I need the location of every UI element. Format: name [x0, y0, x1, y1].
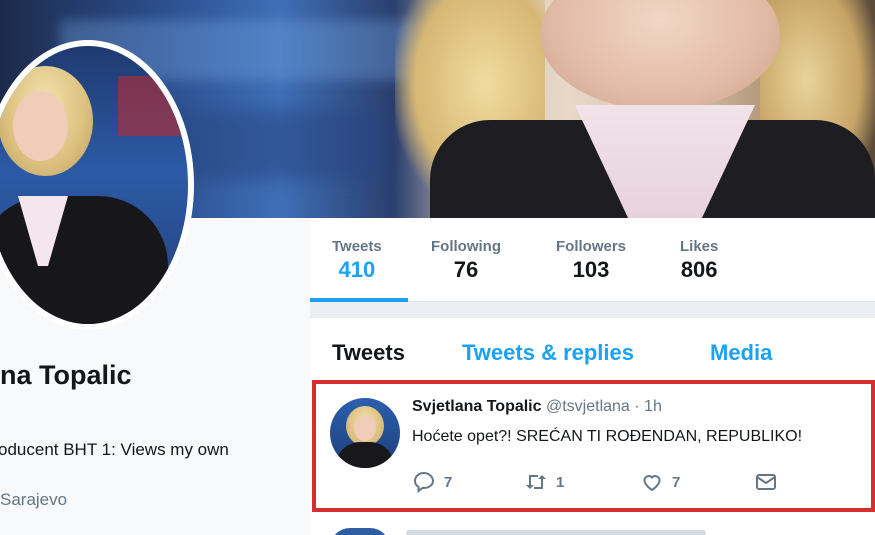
next-tweet-partial[interactable] [310, 524, 875, 535]
reply-icon [413, 471, 435, 493]
tab-media[interactable]: Media [710, 340, 772, 366]
tweet-author-name[interactable]: Svjetlana Topalic [412, 398, 542, 415]
tweet-header: Svjetlana Topalic @tsvjetlana · 1h [412, 398, 662, 416]
tweet-text: Hoćete opet?! SREĆAN TI ROĐENDAN, REPUBL… [412, 428, 803, 445]
direct-message-icon [756, 474, 776, 490]
direct-message-button[interactable] [754, 470, 786, 494]
location-text: Sarajevo [0, 490, 68, 509]
stat-likes[interactable]: Likes 806 [680, 238, 718, 283]
tab-tweets-and-replies[interactable]: Tweets & replies [462, 340, 634, 366]
retweet-button[interactable]: 1 [524, 470, 564, 494]
next-tweet-avatar[interactable] [330, 528, 390, 535]
profile-stats-nav: Tweets 410 Following 76 Followers 103 Li… [310, 218, 875, 302]
reply-button[interactable]: 7 [412, 470, 452, 494]
stat-label: Following [431, 238, 501, 255]
stat-label: Followers [556, 238, 627, 255]
timeline-tabs: Tweets Tweets & replies Media [310, 318, 875, 382]
tweet-author-handle[interactable]: @tsvjetlana · 1h [546, 398, 662, 415]
stat-value: 103 [572, 257, 610, 282]
profile-bio: oducent BHT 1: Views my own [0, 440, 229, 459]
twitter-profile-page: na Topalic oducent BHT 1: Views my own S… [0, 0, 875, 535]
retweet-count: 1 [556, 473, 565, 491]
tweet-author-avatar[interactable] [330, 398, 400, 468]
like-button[interactable]: 7 [640, 470, 680, 494]
stat-tweets[interactable]: Tweets 410 [332, 238, 382, 283]
active-stat-underline [310, 298, 408, 302]
profile-name: na Topalic [0, 360, 132, 390]
tab-tweets[interactable]: Tweets [332, 340, 405, 366]
next-tweet-header [406, 530, 706, 535]
highlighted-tweet[interactable]: Svjetlana Topalic @tsvjetlana · 1h Hoćet… [312, 380, 875, 512]
stat-value: 410 [338, 257, 376, 282]
stat-followers[interactable]: Followers 103 [556, 238, 626, 283]
like-icon [643, 475, 661, 492]
tweet-actions: 7 1 7 [412, 470, 832, 498]
timeline: Tweets Tweets & replies Media Svjetlana … [310, 318, 875, 535]
profile-handle-fragment [0, 398, 4, 414]
retweet-icon [526, 475, 546, 489]
stat-label: Likes [680, 238, 719, 255]
reply-count: 7 [444, 473, 453, 491]
stat-value: 76 [453, 257, 479, 282]
stat-value: 806 [680, 257, 718, 282]
profile-location: Sarajevo [0, 490, 67, 510]
profile-avatar[interactable] [0, 40, 194, 330]
like-count: 7 [672, 473, 681, 491]
stat-following[interactable]: Following 76 [431, 238, 501, 283]
stat-label: Tweets [332, 238, 382, 255]
